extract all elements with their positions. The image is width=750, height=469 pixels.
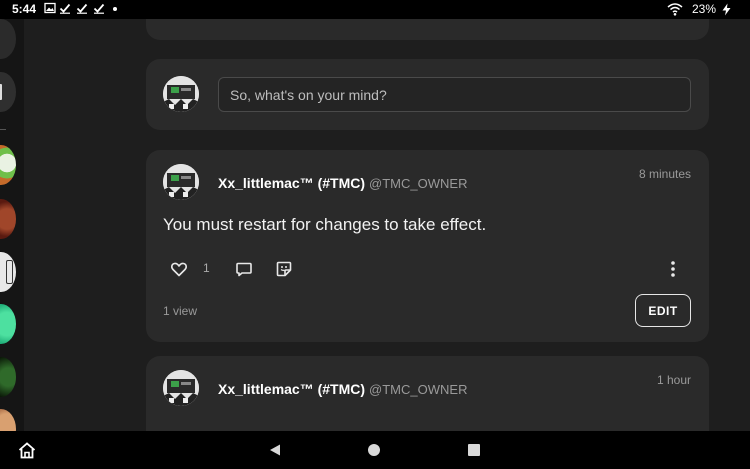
post-author-handle[interactable]: @TMC_OWNER (369, 382, 467, 397)
edit-button[interactable]: EDIT (635, 294, 691, 327)
rail-item-home[interactable] (0, 19, 16, 59)
server-rail (0, 19, 24, 431)
post-author-name[interactable]: Xx_littlemac™ (#TMC) (218, 175, 365, 191)
avatar[interactable] (163, 370, 199, 406)
home-icon[interactable] (18, 442, 36, 459)
rail-item-server[interactable] (0, 357, 16, 397)
battery-charging-icon (721, 3, 732, 16)
rail-item-server[interactable] (0, 145, 16, 185)
check-icon (93, 2, 105, 14)
rail-item-server[interactable] (0, 409, 16, 431)
post-timestamp[interactable]: 1 hour (657, 373, 691, 387)
post-card: Xx_littlemac™ (#TMC) @TMC_OWNER 1 hour (146, 356, 709, 431)
composer-card (146, 59, 709, 130)
check-icon (76, 2, 88, 14)
avatar[interactable] (163, 164, 199, 200)
post-body: You must restart for changes to take eff… (163, 215, 487, 234)
react-button[interactable] (275, 260, 293, 278)
navigation-bar (0, 431, 750, 469)
post-card: Xx_littlemac™ (#TMC) @TMC_OWNER 8 minutes… (146, 150, 709, 342)
recents-icon[interactable] (468, 444, 480, 456)
status-time: 5:44 (12, 2, 37, 16)
dot-icon (113, 7, 117, 11)
rail-item-server[interactable] (0, 199, 16, 239)
heart-icon (170, 260, 188, 278)
wifi-icon (667, 2, 683, 16)
back-icon[interactable] (268, 443, 282, 457)
rail-item-server[interactable] (0, 304, 16, 344)
home-circle-icon[interactable] (368, 444, 380, 456)
like-count: 1 (203, 261, 210, 275)
composer-input[interactable] (218, 77, 691, 112)
avatar[interactable] (163, 76, 199, 112)
view-count: 1 view (163, 304, 198, 318)
image-icon (44, 2, 56, 14)
comment-button[interactable] (235, 260, 253, 278)
post-author-name[interactable]: Xx_littlemac™ (#TMC) (218, 381, 365, 397)
post-timestamp[interactable]: 8 minutes (639, 167, 691, 181)
more-options-button[interactable] (664, 258, 682, 280)
rail-item-active[interactable] (0, 72, 16, 112)
feed: Xx_littlemac™ (#TMC) @TMC_OWNER 8 minutes… (24, 19, 750, 431)
post-author-handle[interactable]: @TMC_OWNER (369, 176, 467, 191)
battery-percent: 23% (692, 2, 717, 16)
post-author[interactable]: Xx_littlemac™ (#TMC) @TMC_OWNER (218, 175, 467, 191)
check-icon (59, 2, 71, 14)
post-card-previous (146, 19, 709, 40)
post-author[interactable]: Xx_littlemac™ (#TMC) @TMC_OWNER (218, 381, 467, 397)
sticker-icon (275, 260, 293, 278)
like-button[interactable] (170, 260, 188, 278)
status-bar: 5:44 23% (0, 0, 750, 19)
rail-item-server[interactable] (0, 252, 16, 292)
more-vertical-icon (664, 261, 682, 284)
comment-icon (235, 260, 253, 278)
